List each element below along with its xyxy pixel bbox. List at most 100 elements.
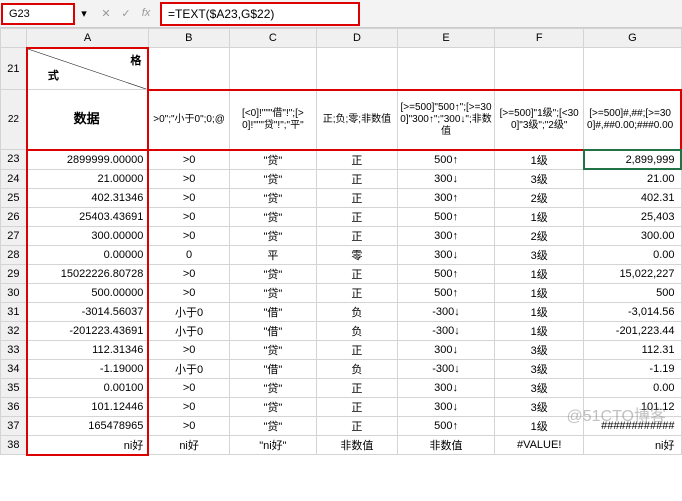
cell-C38[interactable]: "ni好" xyxy=(229,435,316,455)
cell-C30[interactable]: "贷" xyxy=(229,283,316,302)
cell-E37[interactable]: 500↑ xyxy=(397,416,494,435)
row-header[interactable]: 24 xyxy=(1,169,27,188)
cell-C32[interactable]: "借" xyxy=(229,321,316,340)
cell-A21[interactable]: 格 式 xyxy=(27,48,149,90)
cell-B35[interactable]: >0 xyxy=(148,378,229,397)
cell-G23[interactable]: 2,899,999 xyxy=(584,150,681,170)
cell-G31[interactable]: -3,014.56 xyxy=(584,302,681,321)
cell-F30[interactable]: 1级 xyxy=(495,283,584,302)
cell-C31[interactable]: "借" xyxy=(229,302,316,321)
row-header[interactable]: 34 xyxy=(1,359,27,378)
cell-D30[interactable]: 正 xyxy=(316,283,397,302)
cell-E21[interactable] xyxy=(397,48,494,90)
formula-input[interactable]: =TEXT($A23,G$22) xyxy=(160,2,360,26)
cell-G29[interactable]: 15,022,227 xyxy=(584,264,681,283)
cell-C36[interactable]: "贷" xyxy=(229,397,316,416)
cell-C28[interactable]: 平 xyxy=(229,245,316,264)
cell-A29[interactable]: 15022226.80728 xyxy=(27,264,149,283)
cell-B36[interactable]: >0 xyxy=(148,397,229,416)
cell-C23[interactable]: "贷" xyxy=(229,150,316,170)
cell-F37[interactable]: 1级 xyxy=(495,416,584,435)
row-header[interactable]: 37 xyxy=(1,416,27,435)
cell-E36[interactable]: 300↓ xyxy=(397,397,494,416)
row-header[interactable]: 32 xyxy=(1,321,27,340)
cell-B33[interactable]: >0 xyxy=(148,340,229,359)
cell-A35[interactable]: 0.00100 xyxy=(27,378,149,397)
row-header[interactable]: 38 xyxy=(1,435,27,455)
cell-G36[interactable]: 101.12 xyxy=(584,397,681,416)
row-header[interactable]: 36 xyxy=(1,397,27,416)
cancel-icon[interactable]: ✕ xyxy=(98,7,114,20)
row-header-21[interactable]: 21 xyxy=(1,48,27,90)
cell-F34[interactable]: 3级 xyxy=(495,359,584,378)
cell-G28[interactable]: 0.00 xyxy=(584,245,681,264)
col-header-B[interactable]: B xyxy=(148,29,229,48)
cell-D33[interactable]: 正 xyxy=(316,340,397,359)
cell-G22[interactable]: [>=500]#,##;[>=300]#,##0.00;###0.00 xyxy=(584,90,681,150)
cell-A32[interactable]: -201223.43691 xyxy=(27,321,149,340)
cell-E33[interactable]: 300↓ xyxy=(397,340,494,359)
cell-B32[interactable]: 小于0 xyxy=(148,321,229,340)
cell-D31[interactable]: 负 xyxy=(316,302,397,321)
cell-B24[interactable]: >0 xyxy=(148,169,229,188)
cell-A38[interactable]: ni好 xyxy=(27,435,149,455)
cell-C26[interactable]: "贷" xyxy=(229,207,316,226)
cell-D38[interactable]: 非数值 xyxy=(316,435,397,455)
cell-A37[interactable]: 165478965 xyxy=(27,416,149,435)
cell-E32[interactable]: -300↓ xyxy=(397,321,494,340)
cell-F28[interactable]: 3级 xyxy=(495,245,584,264)
cell-F23[interactable]: 1级 xyxy=(495,150,584,170)
cell-B31[interactable]: 小于0 xyxy=(148,302,229,321)
cell-F35[interactable]: 3级 xyxy=(495,378,584,397)
row-header[interactable]: 26 xyxy=(1,207,27,226)
cell-G25[interactable]: 402.31 xyxy=(584,188,681,207)
cell-A36[interactable]: 101.12446 xyxy=(27,397,149,416)
cell-D29[interactable]: 正 xyxy=(316,264,397,283)
row-header[interactable]: 28 xyxy=(1,245,27,264)
col-header-C[interactable]: C xyxy=(229,29,316,48)
cell-C25[interactable]: "贷" xyxy=(229,188,316,207)
cell-B29[interactable]: >0 xyxy=(148,264,229,283)
cell-F33[interactable]: 3级 xyxy=(495,340,584,359)
row-header[interactable]: 27 xyxy=(1,226,27,245)
cell-C21[interactable] xyxy=(229,48,316,90)
cell-B22[interactable]: >0";"小于0";0;@ xyxy=(148,90,229,150)
cell-B30[interactable]: >0 xyxy=(148,283,229,302)
cell-E31[interactable]: -300↓ xyxy=(397,302,494,321)
name-box[interactable]: G23 xyxy=(2,4,74,24)
cell-D27[interactable]: 正 xyxy=(316,226,397,245)
cell-A24[interactable]: 21.00000 xyxy=(27,169,149,188)
cell-F38[interactable]: #VALUE! xyxy=(495,435,584,455)
cell-F22[interactable]: [>=500]"1级";[<300]"3级";"2级" xyxy=(495,90,584,150)
col-header-G[interactable]: G xyxy=(584,29,681,48)
cell-A34[interactable]: -1.19000 xyxy=(27,359,149,378)
col-header-F[interactable]: F xyxy=(495,29,584,48)
cell-F32[interactable]: 1级 xyxy=(495,321,584,340)
cell-B25[interactable]: >0 xyxy=(148,188,229,207)
cell-C29[interactable]: "贷" xyxy=(229,264,316,283)
cell-D34[interactable]: 负 xyxy=(316,359,397,378)
cell-C35[interactable]: "贷" xyxy=(229,378,316,397)
cell-B21[interactable] xyxy=(148,48,229,90)
row-header[interactable]: 29 xyxy=(1,264,27,283)
cell-B27[interactable]: >0 xyxy=(148,226,229,245)
col-header-E[interactable]: E xyxy=(397,29,494,48)
cell-D26[interactable]: 正 xyxy=(316,207,397,226)
name-box-dropdown-icon[interactable]: ▾ xyxy=(76,7,92,20)
cell-E27[interactable]: 300↑ xyxy=(397,226,494,245)
cell-G35[interactable]: 0.00 xyxy=(584,378,681,397)
cell-A22[interactable]: 数据 xyxy=(27,90,149,150)
cell-B26[interactable]: >0 xyxy=(148,207,229,226)
cell-D36[interactable]: 正 xyxy=(316,397,397,416)
cell-E26[interactable]: 500↑ xyxy=(397,207,494,226)
cell-A30[interactable]: 500.00000 xyxy=(27,283,149,302)
cell-E23[interactable]: 500↑ xyxy=(397,150,494,170)
cell-D37[interactable]: 正 xyxy=(316,416,397,435)
cell-C27[interactable]: "贷" xyxy=(229,226,316,245)
cell-E29[interactable]: 500↑ xyxy=(397,264,494,283)
cell-D25[interactable]: 正 xyxy=(316,188,397,207)
cell-C34[interactable]: "借" xyxy=(229,359,316,378)
cell-E28[interactable]: 300↓ xyxy=(397,245,494,264)
row-header[interactable]: 23 xyxy=(1,150,27,170)
cell-D22[interactable]: 正;负;零;非数值 xyxy=(316,90,397,150)
